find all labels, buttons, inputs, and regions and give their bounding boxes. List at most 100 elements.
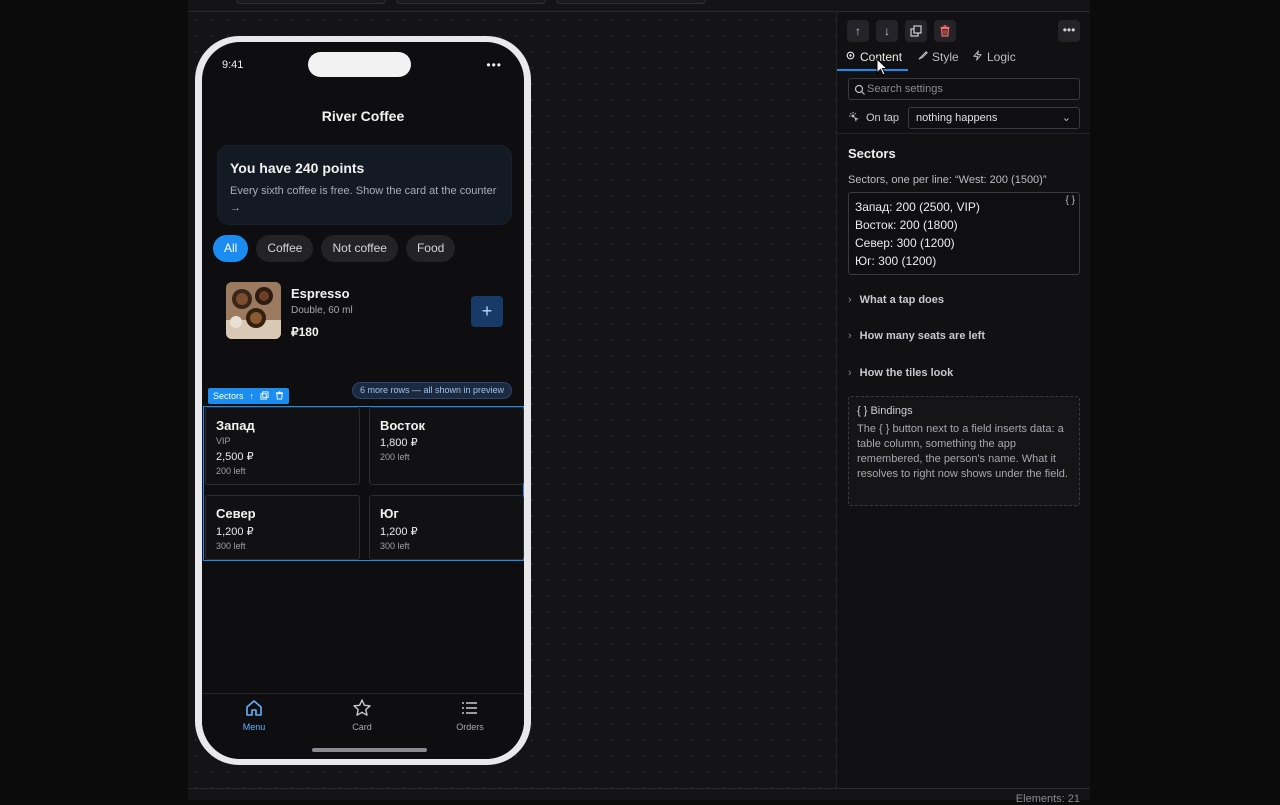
list-icon xyxy=(460,698,480,718)
accordion-tap-action[interactable]: › What a tap does xyxy=(848,294,944,306)
inspector-panel: ↑ ↓ ••• Content Style Logic Search setti… xyxy=(836,12,1091,788)
element-tools: ↑ ↓ xyxy=(847,20,956,42)
product-thumbnail xyxy=(226,282,281,339)
sector-line: Юг: 300 (1200) xyxy=(855,254,937,268)
duplicate-icon[interactable] xyxy=(260,390,269,402)
chip-not-coffee[interactable]: Not coffee xyxy=(321,235,398,262)
duplicate-button[interactable] xyxy=(905,20,927,42)
editor-app: 9:41 ••• River Coffee You have 240 point… xyxy=(0,0,1280,805)
selection-tag-label: Sectors xyxy=(213,391,244,401)
on-tap-value: nothing happens xyxy=(916,112,998,124)
add-to-cart-button[interactable]: + xyxy=(471,296,503,327)
accordion-label: How many seats are left xyxy=(859,330,986,342)
elements-count: Elements: 21 xyxy=(1015,793,1080,805)
tab-label: Orders xyxy=(456,722,484,732)
sector-name: Юг xyxy=(380,506,399,521)
product-name: Espresso xyxy=(291,286,350,301)
sector-name: Восток xyxy=(380,418,426,433)
tab-menu[interactable]: Menu xyxy=(224,698,284,732)
tab-content[interactable]: Content xyxy=(845,50,902,64)
sector-line: Север: 300 (1200) xyxy=(855,236,955,250)
sector-seats-left: 300 left xyxy=(216,541,246,551)
star-icon xyxy=(352,698,372,718)
sector-seats-left: 200 left xyxy=(216,466,246,476)
chevron-down-icon: ⌄ xyxy=(1061,112,1071,124)
status-time: 9:41 xyxy=(222,59,244,71)
top-toolbar xyxy=(188,0,1090,12)
home-indicator xyxy=(312,748,427,752)
chip-all[interactable]: All xyxy=(213,235,249,262)
tab-card[interactable]: Card xyxy=(332,698,392,732)
on-tap-select[interactable]: nothing happens ⌄ xyxy=(908,107,1080,129)
toolbar-field[interactable] xyxy=(396,0,546,4)
tab-label: Style xyxy=(932,50,959,64)
tab-orders[interactable]: Orders xyxy=(440,698,500,732)
sector-price: 1,200 ₽ xyxy=(216,526,254,538)
points-card[interactable]: You have 240 points Every sixth coffee i… xyxy=(217,145,512,225)
product-subtitle: Double, 60 ml xyxy=(291,305,353,316)
move-down-button[interactable]: ↓ xyxy=(876,20,898,42)
tab-label: Menu xyxy=(242,722,266,732)
bindings-help: { } Bindings The { } button next to a fi… xyxy=(848,396,1080,506)
dynamic-island xyxy=(308,52,411,77)
points-title: You have 240 points xyxy=(230,160,365,176)
more-options-button[interactable]: ••• xyxy=(1058,20,1080,42)
mouse-cursor-icon xyxy=(876,57,890,78)
sector-tile[interactable]: Север 1,200 ₽ 300 left xyxy=(205,495,360,560)
chip-food[interactable]: Food xyxy=(405,235,456,262)
phone-frame: 9:41 ••• River Coffee You have 240 point… xyxy=(195,36,531,765)
section-hint: Sectors, one per line: “West: 200 (1500)… xyxy=(848,174,1047,186)
on-tap-label: On tap xyxy=(866,112,900,124)
move-up-button[interactable]: ↑ xyxy=(847,20,869,42)
bindings-title: { } Bindings xyxy=(857,405,913,417)
toolbar-field[interactable] xyxy=(236,0,386,4)
move-up-icon[interactable]: ↑ xyxy=(250,391,255,401)
tab-style[interactable]: Style xyxy=(917,50,959,64)
product-row[interactable]: Espresso Double, 60 ml ₽180 + xyxy=(226,282,506,342)
tap-icon xyxy=(848,111,860,126)
sector-price: 1,800 ₽ xyxy=(380,437,418,449)
insert-binding-button[interactable]: { } xyxy=(1066,195,1075,206)
bottom-status-bar: Elements: 21 xyxy=(188,788,1090,805)
product-price: ₽180 xyxy=(291,325,319,339)
gear-icon xyxy=(845,50,856,64)
divider xyxy=(837,133,1091,134)
tab-logic[interactable]: Logic xyxy=(972,50,1016,64)
sectors-component[interactable]: Запад VIP 2,500 ₽ 200 left Восток 1,800 … xyxy=(203,406,524,561)
points-description: Every sixth coffee is free. Show the car… xyxy=(230,185,497,214)
bolt-icon xyxy=(972,50,983,64)
sector-vip-label: VIP xyxy=(216,436,231,446)
active-tab-indicator xyxy=(837,69,908,71)
sector-line: Восток: 200 (1800) xyxy=(855,218,958,232)
category-chips: All Coffee Not coffee Food xyxy=(213,235,456,264)
delete-button[interactable] xyxy=(934,20,956,42)
sector-tile[interactable]: Запад VIP 2,500 ₽ 200 left xyxy=(205,407,360,485)
app-title: River Coffee xyxy=(321,108,405,124)
selection-tag: Sectors ↑ xyxy=(208,388,290,404)
search-icon xyxy=(854,83,866,95)
sector-tile[interactable]: Юг 1,200 ₽ 300 left xyxy=(369,495,524,560)
sectors-textarea[interactable]: Запад: 200 (2500, VIP) Восток: 200 (1800… xyxy=(848,192,1080,275)
sector-name: Север xyxy=(216,506,256,521)
brush-icon xyxy=(917,50,928,64)
accordion-label: What a tap does xyxy=(859,294,945,306)
left-gutter xyxy=(0,0,188,800)
chevron-right-icon: › xyxy=(848,367,852,379)
accordion-tile-look[interactable]: › How the tiles look xyxy=(848,367,953,379)
more-rows-badge: 6 more rows — all shown in preview xyxy=(352,382,513,399)
sector-seats-left: 200 left xyxy=(380,452,410,462)
chip-coffee[interactable]: Coffee xyxy=(256,235,314,262)
search-input[interactable] xyxy=(867,81,1072,97)
sector-price: 1,200 ₽ xyxy=(380,526,418,538)
accordion-seats-left[interactable]: › How many seats are left xyxy=(848,330,985,342)
sector-line: Запад: 200 (2500, VIP) xyxy=(855,200,980,214)
toolbar-field[interactable] xyxy=(556,0,706,4)
phone-screen: 9:41 ••• River Coffee You have 240 point… xyxy=(202,42,524,759)
tab-label: Card xyxy=(352,722,372,732)
trash-icon[interactable] xyxy=(275,390,284,402)
accordion-label: How the tiles look xyxy=(859,367,954,379)
sector-price: 2,500 ₽ xyxy=(216,451,254,463)
sector-name: Запад xyxy=(216,418,255,433)
home-icon xyxy=(244,698,264,718)
sector-tile[interactable]: Восток 1,800 ₽ 200 left xyxy=(369,407,524,485)
